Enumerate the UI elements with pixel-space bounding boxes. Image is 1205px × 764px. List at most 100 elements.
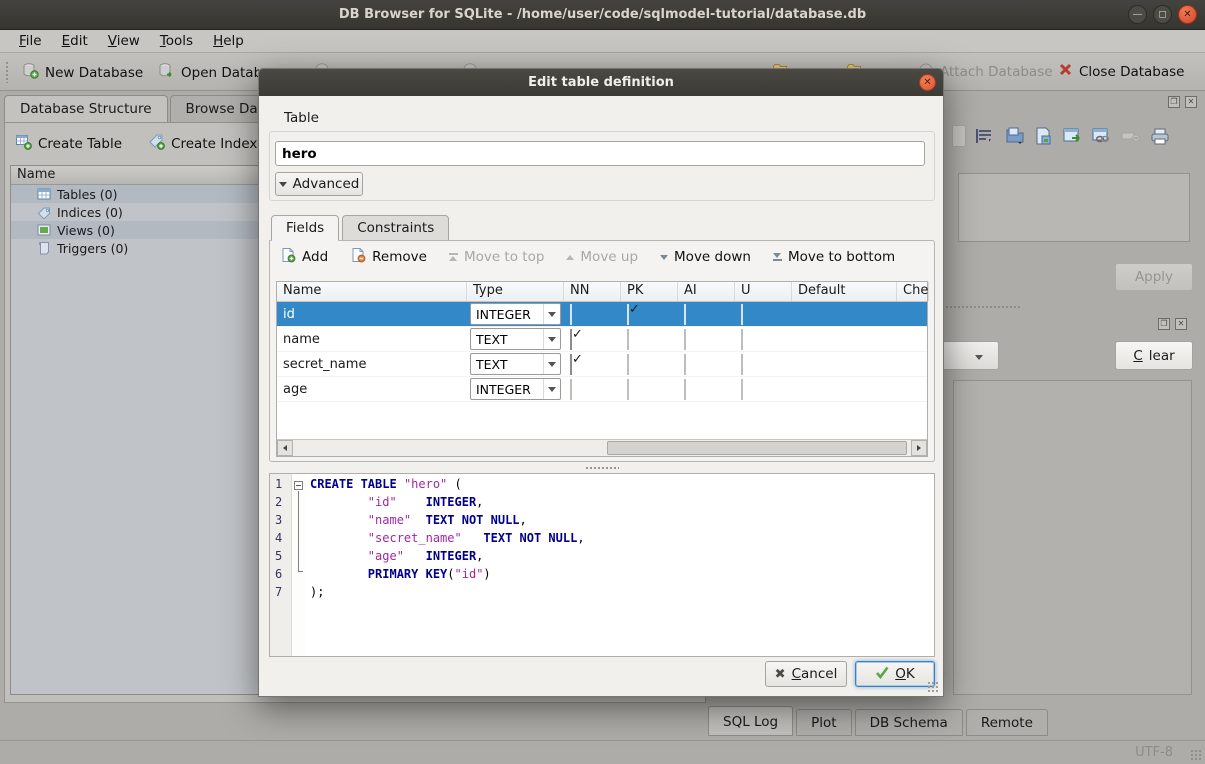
toolbar-grip[interactable]	[5, 61, 10, 83]
dock-close-icon[interactable]: ✕	[1185, 96, 1197, 108]
tab-remote[interactable]: Remote	[966, 709, 1048, 736]
field-name[interactable]: age	[277, 382, 467, 397]
apply-button[interactable]: Apply	[1115, 263, 1193, 291]
sql-code[interactable]: CREATE TABLE "hero" ( "id" INTEGER, "nam…	[306, 474, 934, 656]
scroll-right-icon[interactable]	[911, 440, 927, 456]
menu-help[interactable]: Help	[204, 31, 253, 51]
move-to-bottom-button[interactable]: Move to bottom	[773, 249, 895, 265]
ok-button[interactable]: OK	[855, 661, 935, 687]
nn-checkbox[interactable]	[570, 304, 572, 325]
field-row[interactable]: ageINTEGER	[277, 377, 927, 402]
advanced-button[interactable]: Advanced	[275, 172, 363, 196]
add-field-button[interactable]: Add	[280, 247, 328, 267]
type-select[interactable]: INTEGER	[470, 303, 561, 325]
move-down-button[interactable]: Move down	[660, 249, 751, 265]
wrap-text-icon[interactable]	[975, 126, 995, 146]
menu-edit[interactable]: Edit	[53, 31, 97, 51]
column-header[interactable]: Check	[897, 282, 929, 301]
column-header[interactable]: Name	[277, 282, 467, 301]
pk-checkbox[interactable]	[627, 329, 629, 350]
type-select[interactable]: INTEGER	[470, 378, 561, 400]
horizontal-scrollbar[interactable]	[277, 439, 927, 456]
move-to-top-button[interactable]: Move to top	[449, 249, 544, 265]
chevron-down-icon	[279, 182, 287, 187]
column-header[interactable]: Type	[467, 282, 564, 301]
ai-checkbox[interactable]	[684, 329, 686, 350]
menu-view[interactable]: View	[99, 31, 149, 51]
text-mode-toggle[interactable]	[952, 125, 966, 147]
nn-checkbox[interactable]	[570, 379, 572, 400]
cancel-button[interactable]: ✖ Cancel	[765, 661, 847, 687]
tab-database-structure[interactable]: Database Structure	[4, 95, 168, 123]
dock-float-icon[interactable]: ❐	[1168, 96, 1180, 108]
dock-close-icon[interactable]: ✕	[1175, 318, 1187, 330]
u-checkbox[interactable]	[741, 304, 743, 325]
encoding-indicator[interactable]: UTF-8	[1135, 745, 1173, 760]
dialog-title: Edit table definition	[528, 75, 674, 90]
print-icon[interactable]	[1149, 126, 1169, 146]
tab-constraints[interactable]: Constraints	[342, 215, 449, 241]
column-header[interactable]: Default	[792, 282, 897, 301]
create-index-button[interactable]: Create Index	[144, 129, 261, 158]
column-header[interactable]: NN	[564, 282, 621, 301]
link-icon[interactable]	[1091, 126, 1111, 146]
type-select[interactable]: TEXT	[470, 328, 561, 350]
u-checkbox[interactable]	[741, 354, 743, 375]
dialog-splitter[interactable]	[269, 464, 935, 472]
ai-checkbox[interactable]	[684, 304, 686, 325]
close-button[interactable]: ✕	[1178, 5, 1197, 24]
dock-float-icon[interactable]: ❐	[1158, 318, 1170, 330]
pk-checkbox[interactable]	[627, 354, 629, 375]
fold-margin[interactable]	[292, 474, 306, 656]
fields-table-header[interactable]: NameTypeNNPKAIUDefaultCheck	[277, 282, 927, 302]
dialog-close-button[interactable]: ✕	[919, 74, 936, 91]
tab-sql-log[interactable]: SQL Log	[708, 706, 793, 736]
field-row[interactable]: idINTEGER	[277, 302, 927, 327]
sql-log-area[interactable]	[953, 380, 1192, 695]
scroll-left-icon[interactable]	[277, 440, 293, 456]
maximize-button[interactable]: ◻	[1153, 5, 1172, 24]
main-tab-bar: Database Structure Browse Data	[4, 95, 289, 123]
tab-fields[interactable]: Fields	[271, 215, 339, 241]
scrollbar-thumb[interactable]	[607, 441, 907, 455]
minimize-button[interactable]: —	[1128, 5, 1147, 24]
import-icon[interactable]	[1004, 126, 1024, 146]
close-database-button[interactable]: Close Database	[1052, 59, 1190, 84]
cell-editor-textarea[interactable]	[958, 173, 1190, 242]
menu-tools[interactable]: Tools	[151, 31, 202, 51]
column-header[interactable]: AI	[678, 282, 735, 301]
field-row[interactable]: secret_nameTEXT	[277, 352, 927, 377]
clear-log-button[interactable]: Clear	[1115, 341, 1193, 370]
column-header[interactable]: U	[735, 282, 792, 301]
pk-checkbox[interactable]	[627, 379, 629, 400]
nn-checkbox[interactable]	[570, 329, 572, 350]
ai-checkbox[interactable]	[684, 379, 686, 400]
tab-db-schema[interactable]: DB Schema	[855, 709, 963, 736]
set-null-icon[interactable]	[1120, 126, 1140, 146]
u-checkbox[interactable]	[741, 379, 743, 400]
field-row[interactable]: nameTEXT	[277, 327, 927, 352]
nn-checkbox[interactable]	[570, 354, 572, 375]
type-select[interactable]: TEXT	[470, 353, 561, 375]
move-to-bottom-label: Move to bottom	[788, 249, 895, 265]
export-icon[interactable]	[1062, 126, 1082, 146]
column-header[interactable]: PK	[621, 282, 678, 301]
create-table-button[interactable]: Create Table	[11, 129, 126, 158]
dock-splitter[interactable]	[945, 305, 1020, 310]
ai-checkbox[interactable]	[684, 354, 686, 375]
menu-file[interactable]: File	[10, 31, 51, 51]
field-name[interactable]: secret_name	[277, 357, 467, 372]
save-icon[interactable]	[1033, 126, 1053, 146]
dialog-resize-grip[interactable]	[927, 681, 939, 693]
remove-field-button[interactable]: Remove	[350, 247, 427, 267]
move-up-button[interactable]: Move up	[566, 249, 638, 265]
table-name-input[interactable]	[275, 141, 925, 166]
tab-plot[interactable]: Plot	[796, 709, 851, 736]
fold-marker-icon[interactable]	[294, 481, 303, 490]
field-name[interactable]: id	[277, 307, 467, 322]
size-grip[interactable]	[1190, 749, 1202, 761]
new-database-button[interactable]: New Database	[16, 59, 149, 86]
pk-checkbox[interactable]	[627, 304, 629, 325]
field-name[interactable]: name	[277, 332, 467, 347]
u-checkbox[interactable]	[741, 329, 743, 350]
